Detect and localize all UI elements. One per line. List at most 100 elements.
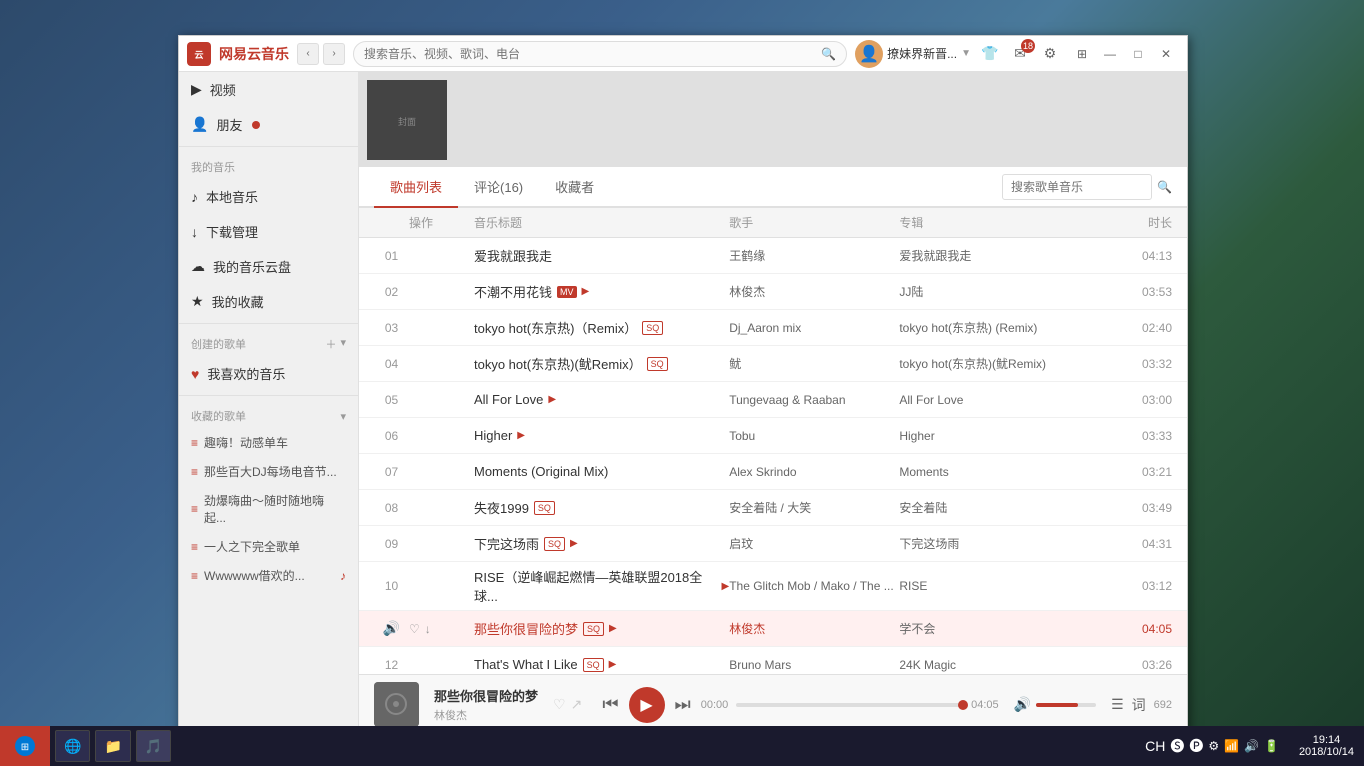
- sidebar-item-local[interactable]: ♪ 本地音乐: [179, 179, 358, 214]
- volume-bar[interactable]: [1036, 703, 1096, 707]
- player-share-icon[interactable]: ↗: [571, 696, 583, 713]
- play-tag-icon[interactable]: ▶: [570, 538, 578, 549]
- song-row-12[interactable]: 12 ♡ ↓ That's What I Like SQ▶ Bruno Mars…: [359, 647, 1187, 674]
- row-duration: 03:12: [1112, 579, 1172, 593]
- taskbar-browser-ie[interactable]: 🌐: [55, 730, 90, 762]
- song-title-text: That's What I Like: [474, 657, 578, 672]
- sidebar-item-download[interactable]: ↓ 下载管理: [179, 214, 358, 249]
- play-tag-icon[interactable]: ▶: [548, 394, 556, 405]
- playlist-icon[interactable]: ☰: [1111, 696, 1124, 713]
- song-row-9[interactable]: 09 ♡ ↓ 下完这场雨 SQ▶ 启玟 下完这场雨 04:31: [359, 526, 1187, 562]
- like-btn[interactable]: ♡: [409, 658, 420, 672]
- song-row-1[interactable]: 01 ♡ ↓ 爱我就跟我走 王鹤缘 爱我就跟我走 04:13: [359, 238, 1187, 274]
- row-num: 04: [374, 357, 409, 371]
- prev-button[interactable]: ⏮: [602, 694, 618, 715]
- play-tag-icon[interactable]: ▶: [517, 430, 525, 441]
- song-row-4[interactable]: 04 ♡ ↓ tokyo hot(东京热)(鱿Remix） SQ 鱿 tokyo…: [359, 346, 1187, 382]
- row-artist: 鱿: [729, 355, 899, 372]
- song-row-11[interactable]: 🔊 ♡ ↓ 那些你很冒险的梦 SQ▶ 林俊杰 学不会 04:05: [359, 611, 1187, 647]
- download-btn[interactable]: ↓: [425, 501, 431, 515]
- download-btn[interactable]: ↓: [425, 357, 431, 371]
- song-search-icon[interactable]: 🔍: [1157, 180, 1172, 194]
- search-input[interactable]: [364, 47, 821, 61]
- song-row-8[interactable]: 08 ♡ ↓ 失夜1999 SQ 安全着陆 / 大笑 安全着陆 03:49: [359, 490, 1187, 526]
- shirt-icon[interactable]: 👕: [979, 43, 1001, 65]
- like-btn[interactable]: ♡: [409, 429, 420, 443]
- download-btn[interactable]: ↓: [425, 465, 431, 479]
- volume-icon[interactable]: 🔊: [1014, 696, 1031, 713]
- player-heart-icon[interactable]: ♡: [553, 696, 566, 713]
- sidebar-playlist-5[interactable]: ≡ Wwwwww借欢的... ♪: [179, 561, 358, 590]
- like-btn[interactable]: ♡: [409, 465, 420, 479]
- song-row-6[interactable]: 06 ♡ ↓ Higher ▶ Tobu Higher 03:33: [359, 418, 1187, 454]
- like-btn[interactable]: ♡: [409, 321, 420, 335]
- close-button[interactable]: ✕: [1153, 41, 1179, 67]
- sidebar-playlist-4[interactable]: ≡ 一人之下完全歌单: [179, 532, 358, 561]
- download-btn[interactable]: ↓: [425, 537, 431, 551]
- sidebar-playlist-2[interactable]: ≡ 那些百大DJ每场电音节...: [179, 457, 358, 486]
- row-num: 12: [374, 658, 409, 672]
- taskbar-file-explorer[interactable]: 📁: [95, 730, 130, 762]
- song-search-input[interactable]: [1002, 174, 1152, 200]
- song-row-10[interactable]: 10 ♡ ↓ RISE（逆峰崛起燃情—英雄联盟2018全球... ▶ The G…: [359, 562, 1187, 611]
- download-btn[interactable]: ↓: [425, 393, 431, 407]
- song-row-2[interactable]: 02 ♡ ↓ 不潮不用花钱 MV▶ 林俊杰 JJ陆 03:53: [359, 274, 1187, 310]
- nav-back-button[interactable]: ‹: [297, 43, 319, 65]
- song-row-7[interactable]: 07 ♡ ↓ Moments (Original Mix) Alex Skrin…: [359, 454, 1187, 490]
- song-row-5[interactable]: 05 ♡ ↓ All For Love ▶ Tungevaag & Raaban…: [359, 382, 1187, 418]
- like-btn[interactable]: ♡: [409, 393, 420, 407]
- maximize-button[interactable]: □: [1125, 41, 1151, 67]
- taskbar-netease[interactable]: 🎵: [136, 730, 171, 762]
- sidebar-playlist-3[interactable]: ≡ 劲爆嗨曲～随时随地嗨起...: [179, 486, 358, 532]
- tab-collectors[interactable]: 收藏者: [539, 167, 610, 208]
- download-btn[interactable]: ↓: [425, 579, 431, 593]
- add-playlist-icon[interactable]: ＋: [325, 336, 336, 352]
- lyrics-icon[interactable]: 词: [1132, 695, 1146, 715]
- mini-player-button[interactable]: ⊞: [1069, 41, 1095, 67]
- row-duration: 03:32: [1112, 357, 1172, 371]
- sidebar-item-cloud[interactable]: ☁ 我的音乐云盘: [179, 249, 358, 284]
- progress-bar[interactable]: [736, 703, 963, 707]
- play-tag-icon[interactable]: ▶: [609, 623, 617, 634]
- tab-comments[interactable]: 评论(16): [458, 167, 539, 208]
- like-btn[interactable]: ♡: [409, 537, 420, 551]
- row-duration: 04:05: [1112, 622, 1172, 636]
- download-btn[interactable]: ↓: [425, 321, 431, 335]
- sidebar-item-friends[interactable]: 👤 朋友: [179, 107, 358, 142]
- like-btn[interactable]: ♡: [409, 249, 420, 263]
- download-btn[interactable]: ↓: [425, 622, 431, 636]
- play-tag-icon[interactable]: ▶: [722, 581, 730, 592]
- play-button[interactable]: ▶: [629, 687, 665, 723]
- collected-collapse-icon[interactable]: ▾: [340, 410, 346, 423]
- download-btn[interactable]: ↓: [425, 285, 431, 299]
- download-btn[interactable]: ↓: [425, 249, 431, 263]
- sidebar-item-favorites[interactable]: ★ 我的收藏: [179, 284, 358, 319]
- play-tag-icon[interactable]: ▶: [582, 286, 590, 297]
- player-bar: 那些你很冒险的梦 林俊杰 ♡ ↗ ⏮ ▶ ⏭ 00:00: [359, 674, 1187, 734]
- search-bar[interactable]: 🔍: [353, 41, 847, 67]
- sidebar-playlist-1[interactable]: ≡ 趣嗨！动感单车: [179, 428, 358, 457]
- user-dropdown-icon[interactable]: ▼: [961, 48, 971, 59]
- song-title-text: 失夜1999: [474, 498, 529, 517]
- like-btn[interactable]: ♡: [409, 501, 420, 515]
- folder-icon: 📁: [104, 738, 121, 755]
- search-icon[interactable]: 🔍: [821, 47, 836, 61]
- settings-icon[interactable]: ⚙: [1039, 43, 1061, 65]
- tab-songlist[interactable]: 歌曲列表: [374, 167, 458, 208]
- next-button[interactable]: ⏭: [675, 694, 691, 715]
- sidebar-item-liked[interactable]: ♥ 我喜欢的音乐: [179, 356, 358, 391]
- sidebar-item-video[interactable]: ▶ 视频: [179, 72, 358, 107]
- like-btn[interactable]: ♡: [409, 579, 420, 593]
- song-row-3[interactable]: 03 ♡ ↓ tokyo hot(东京热)（Remix） SQ Dj_Aaron…: [359, 310, 1187, 346]
- start-button[interactable]: ⊞: [0, 726, 50, 766]
- minimize-button[interactable]: —: [1097, 41, 1123, 67]
- row-album: tokyo hot(东京热)(鱿Remix): [899, 355, 1112, 372]
- like-btn[interactable]: ♡: [409, 285, 420, 299]
- download-btn[interactable]: ↓: [425, 429, 431, 443]
- nav-forward-button[interactable]: ›: [323, 43, 345, 65]
- collapse-icon[interactable]: ▾: [340, 336, 346, 352]
- like-btn[interactable]: ♡: [409, 622, 420, 636]
- play-tag-icon[interactable]: ▶: [609, 659, 617, 670]
- like-btn[interactable]: ♡: [409, 357, 420, 371]
- download-btn[interactable]: ↓: [425, 658, 431, 672]
